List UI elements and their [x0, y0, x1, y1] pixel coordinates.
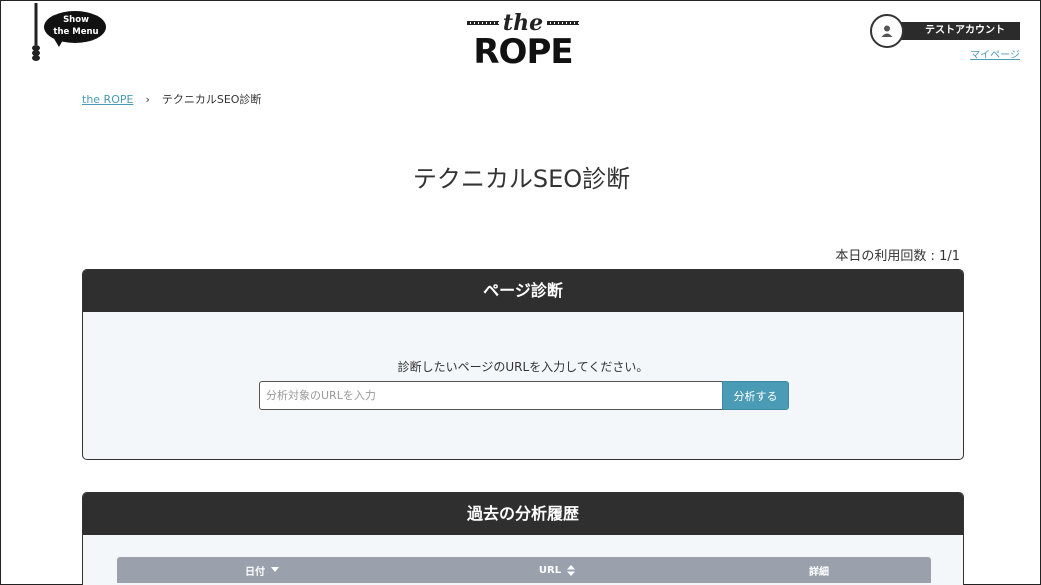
column-url[interactable]: URL [407, 557, 707, 583]
page-title: テクニカルSEO診断 [412, 165, 631, 193]
url-input[interactable] [259, 381, 722, 410]
diagnosis-instruction: 診断したいページのURLを入力してください。 [397, 360, 649, 374]
show-menu-button[interactable]: Show the Menu [29, 3, 109, 63]
column-url-label: URL [538, 564, 562, 576]
mypage-link[interactable]: マイページ [970, 46, 1020, 61]
page-diagnosis-header: ページ診断 [83, 270, 963, 312]
column-date-label: 日付 [245, 566, 265, 578]
avatar[interactable] [870, 14, 904, 48]
analyze-button[interactable]: 分析する [722, 381, 789, 410]
history-table-header: 日付 URL 詳細 [117, 557, 931, 583]
chevron-right-icon: › [145, 92, 150, 106]
breadcrumb-current: テクニカルSEO診断 [161, 93, 262, 106]
column-date[interactable]: 日付 [117, 557, 407, 583]
url-form: 分析する [259, 381, 789, 410]
user-icon [881, 25, 893, 37]
breadcrumb-home-link[interactable]: the ROPE [82, 93, 133, 106]
account-area: テストアカウント マイページ [870, 14, 1020, 64]
column-detail: 詳細 [707, 557, 931, 583]
analysis-history-header: 過去の分析履歴 [83, 493, 963, 535]
breadcrumb: the ROPE › テクニカルSEO診断 [82, 91, 261, 107]
menu-label-line2: the Menu [53, 27, 99, 37]
rope-line-right [547, 21, 579, 25]
account-name[interactable]: テストアカウント [900, 22, 1020, 40]
usage-count: 本日の利用回数 : 1/1 [835, 249, 960, 264]
column-detail-label: 詳細 [809, 566, 829, 578]
sort-desc-icon [271, 567, 279, 572]
sort-both-icon [567, 564, 576, 576]
analysis-history-panel: 過去の分析履歴 日付 URL 詳細 [82, 492, 964, 585]
site-logo[interactable]: the ROPE [467, 11, 579, 71]
page-diagnosis-panel: ページ診断 診断したいページのURLを入力してください。 分析する [82, 269, 964, 460]
rope-line-left [467, 21, 499, 25]
logo-rope-text: ROPE [473, 32, 573, 72]
menu-label-line1: Show [63, 15, 89, 25]
